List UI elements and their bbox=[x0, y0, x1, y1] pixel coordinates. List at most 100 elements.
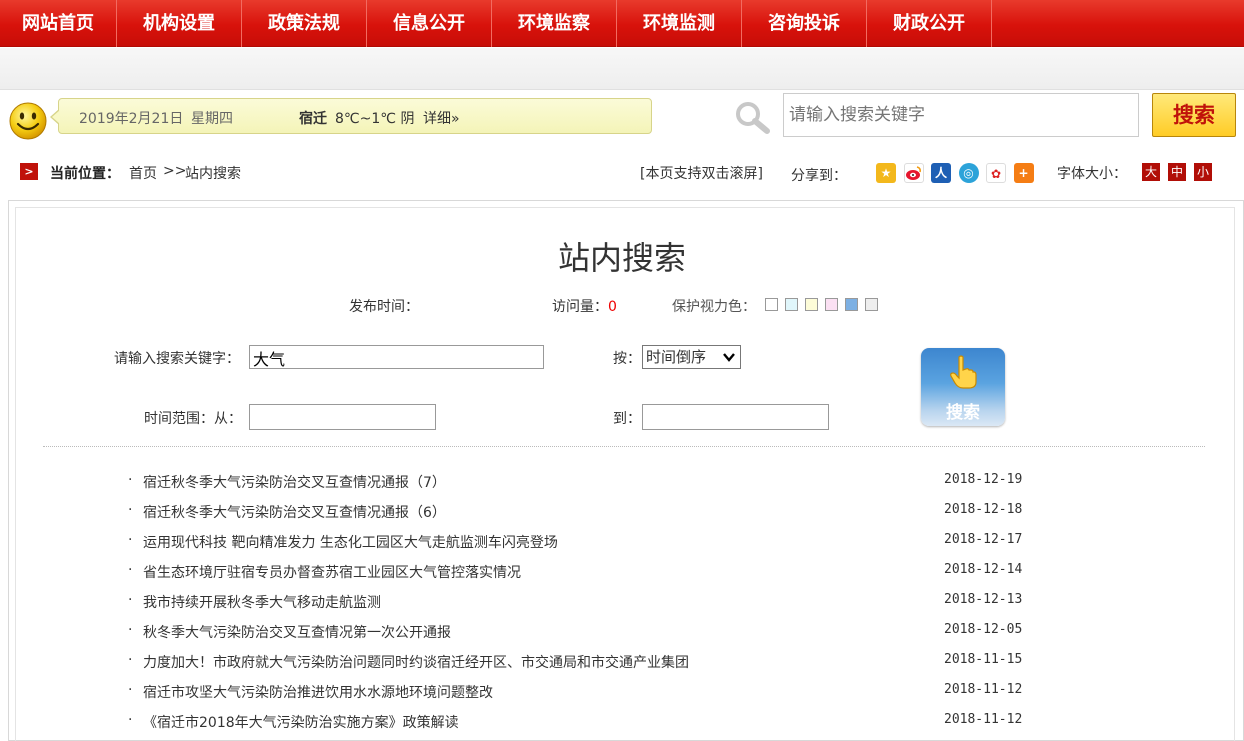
result-item: · 宿迁秋冬季大气污染防治交叉互查情况通报（6） 2018-12-18 bbox=[0, 496, 1244, 526]
weather-city: 宿迁 bbox=[299, 111, 327, 127]
header-band bbox=[0, 48, 1244, 90]
share-label: 分享到： bbox=[791, 168, 847, 184]
eye-care-swatch-pink[interactable] bbox=[825, 298, 838, 311]
page-title: 站内搜索 bbox=[557, 239, 686, 277]
share-icons: ★ 人 ◎ ✿ + bbox=[876, 163, 1041, 183]
result-item: · 省生态环境厅驻宿专员办督查苏宿工业园区大气管控落实情况 2018-12-14 bbox=[0, 556, 1244, 586]
result-title-link[interactable]: 宿迁秋冬季大气污染防治交叉互查情况通报（7） bbox=[143, 472, 446, 492]
dblclick-scroll-note: [本页支持双击滚屏] bbox=[640, 166, 763, 182]
result-title-link[interactable]: 运用现代科技 靶向精准发力 生态化工园区大气走航监测车闪亮登场 bbox=[143, 532, 558, 552]
result-title-link[interactable]: 宿迁市攻坚大气污染防治推进饮用水水源地环境问题整改 bbox=[143, 682, 493, 702]
result-date: 2018-12-13 bbox=[944, 592, 1023, 607]
qzone-icon[interactable]: ★ bbox=[876, 163, 896, 183]
bullet: · bbox=[128, 652, 133, 668]
bullet: · bbox=[128, 712, 133, 728]
bullet: · bbox=[128, 682, 133, 698]
range-from-input[interactable] bbox=[249, 404, 436, 430]
eye-care-swatch-white[interactable] bbox=[765, 298, 778, 311]
eye-care-label: 保护视力色： bbox=[672, 299, 756, 315]
range-to-label: 到： bbox=[613, 411, 641, 427]
breadcrumb-arrow-icon: > bbox=[20, 163, 38, 180]
top-search-button[interactable]: 搜索 bbox=[1152, 93, 1236, 137]
sort-label: 按： bbox=[613, 351, 641, 367]
main-nav: 网站首页 机构设置 政策法规 信息公开 环境监察 环境监测 咨询投诉 财政公开 bbox=[0, 0, 1244, 47]
result-title-link[interactable]: 宿迁秋冬季大气污染防治交叉互查情况通报（6） bbox=[143, 502, 446, 522]
range-from-label: 时间范围：从： bbox=[144, 411, 242, 427]
breadcrumb-separator: >> bbox=[163, 163, 187, 179]
nav-item-policy[interactable]: 政策法规 bbox=[242, 0, 367, 47]
result-date: 2018-12-19 bbox=[944, 472, 1023, 487]
search-submit-label: 搜索 bbox=[946, 403, 980, 423]
nav-item-home[interactable]: 网站首页 bbox=[0, 0, 117, 47]
magnifier-icon bbox=[736, 102, 770, 134]
visit-count: 访问量：0 bbox=[552, 296, 617, 316]
form-divider bbox=[43, 446, 1205, 447]
bullet: · bbox=[128, 532, 133, 548]
bullet: · bbox=[128, 472, 133, 488]
weather-box: 2019年2月21日 星期四 宿迁 8℃~1℃ 阴 详细» bbox=[50, 98, 652, 134]
baidu-icon[interactable]: ✿ bbox=[986, 163, 1006, 183]
bullet: · bbox=[128, 502, 133, 518]
result-item: · 运用现代科技 靶向精准发力 生态化工园区大气走航监测车闪亮登场 2018-1… bbox=[0, 526, 1244, 556]
weather-temperature: 8℃~1℃ 阴 bbox=[335, 111, 415, 127]
eye-care-swatch-gray[interactable] bbox=[865, 298, 878, 311]
nav-item-env-supervision[interactable]: 环境监察 bbox=[492, 0, 617, 47]
result-date: 2018-11-15 bbox=[944, 652, 1023, 667]
weibo-icon[interactable] bbox=[903, 163, 924, 183]
more-share-icon[interactable]: + bbox=[1013, 163, 1034, 183]
weather-detail-link[interactable]: 详细» bbox=[423, 108, 460, 128]
result-item: · 我市持续开展秋冬季大气移动走航监测 2018-12-13 bbox=[0, 586, 1244, 616]
eye-care-swatch-yellow[interactable] bbox=[805, 298, 818, 311]
publish-time-label: 发布时间： bbox=[349, 299, 419, 315]
font-size-medium-button[interactable]: 中 bbox=[1168, 163, 1186, 181]
breadcrumb-home-link[interactable]: 首页 bbox=[129, 163, 157, 183]
eye-care-swatches bbox=[765, 298, 885, 311]
result-title-link[interactable]: 我市持续开展秋冬季大气移动走航监测 bbox=[143, 592, 381, 612]
result-date: 2018-12-05 bbox=[944, 622, 1023, 637]
tencent-weibo-icon[interactable]: ◎ bbox=[958, 163, 979, 183]
search-submit-button[interactable]: 搜索 bbox=[921, 348, 1005, 426]
result-item: · 宿迁市攻坚大气污染防治推进饮用水水源地环境问题整改 2018-11-12 bbox=[0, 676, 1244, 706]
range-to-input[interactable] bbox=[642, 404, 829, 430]
visit-count-label: 访问量： bbox=[552, 299, 608, 315]
result-date: 2018-12-18 bbox=[944, 502, 1023, 517]
current-date: 2019年2月21日 bbox=[79, 111, 184, 127]
visit-count-value: 0 bbox=[608, 299, 617, 315]
result-title-link[interactable]: 省生态环境厅驻宿专员办督查苏宿工业园区大气管控落实情况 bbox=[143, 562, 521, 582]
keyword-label: 请输入搜索关键字： bbox=[114, 351, 240, 367]
bullet: · bbox=[128, 622, 133, 638]
nav-item-organization[interactable]: 机构设置 bbox=[117, 0, 242, 47]
nav-item-consult-complaint[interactable]: 咨询投诉 bbox=[742, 0, 867, 47]
bullet: · bbox=[128, 562, 133, 578]
nav-item-info-disclosure[interactable]: 信息公开 bbox=[367, 0, 492, 47]
result-date: 2018-11-12 bbox=[944, 712, 1023, 727]
font-size-large-button[interactable]: 大 bbox=[1142, 163, 1160, 181]
current-weekday: 星期四 bbox=[191, 111, 233, 127]
renren-icon[interactable]: 人 bbox=[931, 163, 951, 183]
result-title-link[interactable]: 《宿迁市2018年大气污染防治实施方案》政策解读 bbox=[143, 712, 459, 732]
font-size-buttons: 大 中 小 bbox=[1142, 163, 1220, 181]
sort-order-select[interactable]: 时间倒序 bbox=[642, 345, 741, 369]
keyword-input[interactable]: 大气 bbox=[249, 345, 544, 369]
breadcrumb-label: 当前位置： bbox=[50, 166, 120, 182]
eye-care-swatch-blue[interactable] bbox=[845, 298, 858, 311]
result-date: 2018-12-17 bbox=[944, 532, 1023, 547]
font-size-small-button[interactable]: 小 bbox=[1194, 163, 1212, 181]
result-item: · 力度加大！市政府就大气污染防治问题同时约谈宿迁经开区、市交通局和市交通产业集… bbox=[0, 646, 1244, 676]
breadcrumb-current: 站内搜索 bbox=[185, 166, 241, 182]
chevron-down-icon bbox=[722, 349, 736, 371]
smiley-icon bbox=[9, 102, 47, 140]
result-date: 2018-11-12 bbox=[944, 682, 1023, 697]
font-size-label: 字体大小： bbox=[1057, 166, 1127, 182]
nav-item-finance[interactable]: 财政公开 bbox=[867, 0, 992, 47]
pointing-hand-icon bbox=[950, 355, 977, 389]
result-title-link[interactable]: 力度加大！市政府就大气污染防治问题同时约谈宿迁经开区、市交通局和市交通产业集团 bbox=[143, 652, 689, 672]
eye-care-swatch-cyan[interactable] bbox=[785, 298, 798, 311]
result-date: 2018-12-14 bbox=[944, 562, 1023, 577]
nav-item-env-monitoring[interactable]: 环境监测 bbox=[617, 0, 742, 47]
result-item: · 《宿迁市2018年大气污染防治实施方案》政策解读 2018-11-12 bbox=[0, 706, 1244, 736]
top-search-input[interactable] bbox=[783, 93, 1139, 137]
result-item: · 宿迁秋冬季大气污染防治交叉互查情况通报（7） 2018-12-19 bbox=[0, 466, 1244, 496]
result-title-link[interactable]: 秋冬季大气污染防治交叉互查情况第一次公开通报 bbox=[143, 622, 451, 642]
result-item: · 秋冬季大气污染防治交叉互查情况第一次公开通报 2018-12-05 bbox=[0, 616, 1244, 646]
